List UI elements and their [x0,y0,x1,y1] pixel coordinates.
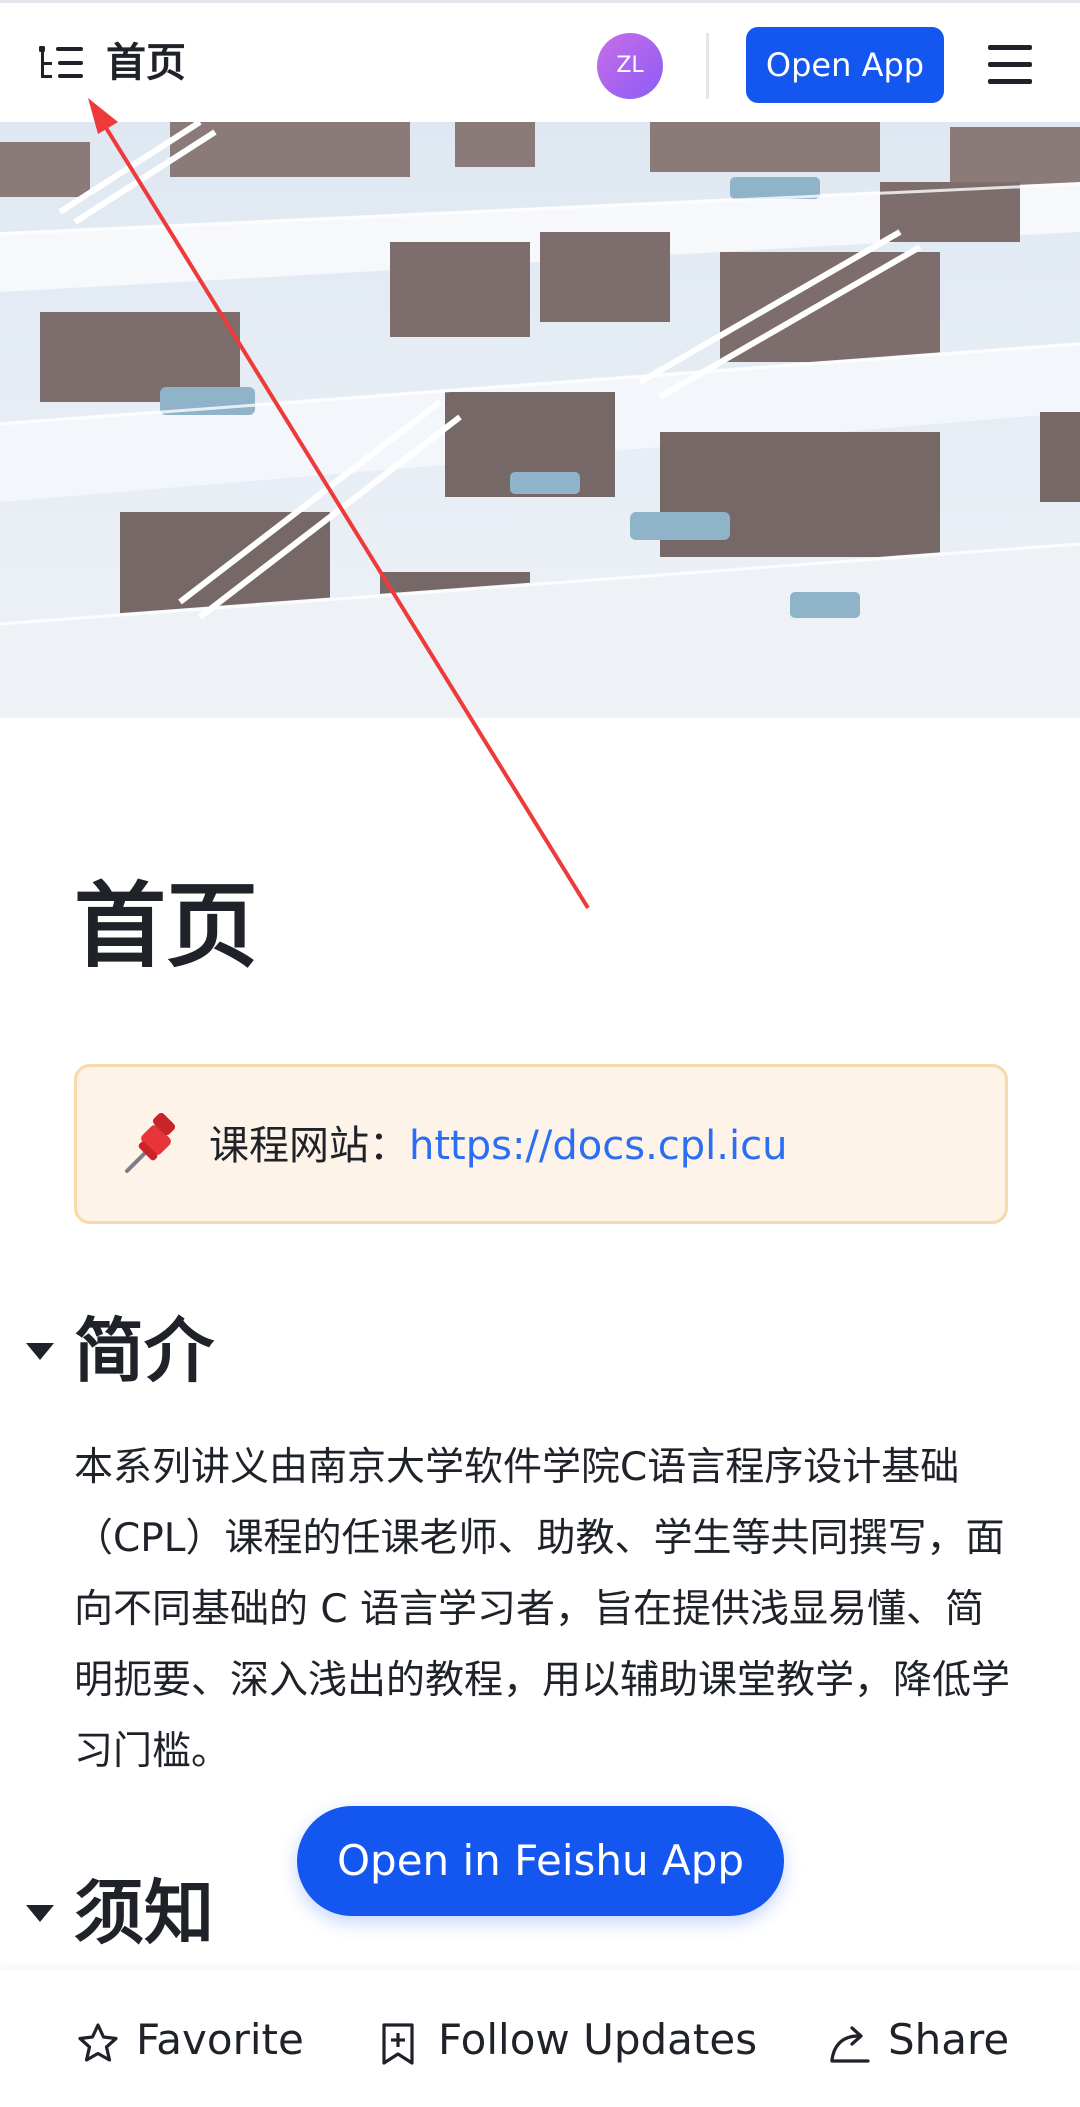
favorite-label: Favorite [136,2015,304,2064]
favorite-button[interactable]: Favorite [76,2010,316,2070]
intro-paragraph: 本系列讲义由南京大学软件学院C语言程序设计基础（CPL）课程的任课老师、助教、学… [74,1445,1011,1774]
callout-label: 课程网站： [209,1123,409,1169]
document-title: 首页 [74,873,259,980]
hamburger-menu-icon[interactable] [988,45,1032,85]
share-button[interactable]: Share [828,2010,1028,2070]
follow-updates-label: Follow Updates [438,2015,758,2064]
pushpin-icon [125,1113,176,1173]
open-in-feishu-button[interactable]: Open in Feishu App [297,1806,784,1916]
star-icon [78,2023,118,2062]
header-divider [706,33,709,99]
bookmark-add-icon [382,2023,414,2065]
top-header: 首页 ZL Open App [0,0,1080,122]
bottom-action-bar: Favorite Follow Updates Share [0,1970,1080,2107]
header-title: 首页 [106,40,186,86]
section-heading-intro[interactable]: 简介 [26,1306,214,1396]
follow-updates-button[interactable]: Follow Updates [378,2010,758,2070]
share-arrow-icon [830,2026,870,2063]
collapse-caret-icon[interactable] [26,1905,54,1923]
cover-image [0,122,1080,718]
outline-list-icon[interactable] [38,43,84,85]
section-heading-label: 须知 [74,1872,214,1954]
collapse-caret-icon[interactable] [26,1343,54,1361]
user-avatar[interactable]: ZL [597,33,663,99]
section-heading-label: 简介 [74,1310,214,1392]
share-label: Share [888,2015,1010,2064]
course-website-link[interactable]: https://docs.cpl.icu [409,1123,787,1169]
open-app-button[interactable]: Open App [746,27,944,103]
section-heading-notice[interactable]: 须知 [26,1868,214,1958]
callout-box: 课程网站：https://docs.cpl.icu [74,1064,1008,1224]
